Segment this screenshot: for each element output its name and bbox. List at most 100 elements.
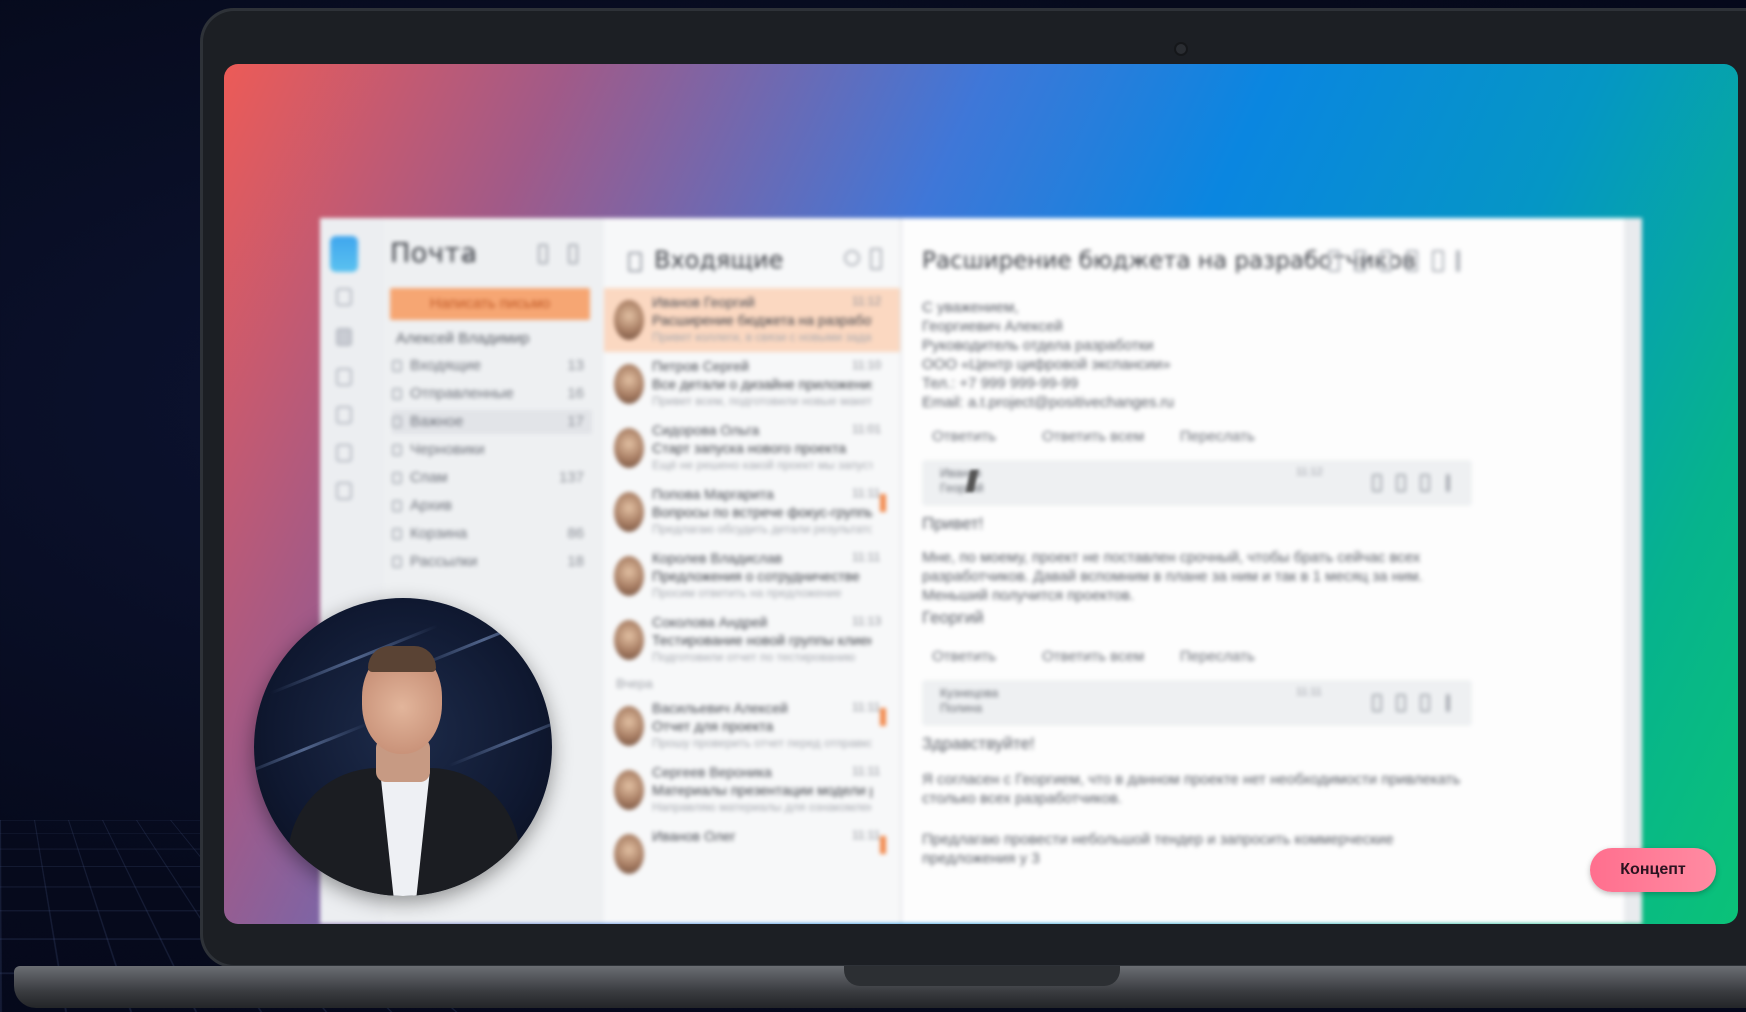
subject: Отчет для проекта	[652, 718, 774, 734]
list-item[interactable]: Соколова Андрей Тестирование новой групп…	[604, 608, 900, 672]
avatar	[614, 834, 644, 874]
newsletters-icon	[392, 556, 402, 568]
more-icon[interactable]	[568, 244, 578, 264]
forward-icon[interactable]	[1420, 474, 1430, 492]
search-icon[interactable]	[844, 250, 860, 266]
files-icon[interactable]	[336, 406, 352, 424]
notes-icon[interactable]	[336, 444, 352, 462]
folder-label: Корзина	[410, 525, 468, 542]
reply-icon[interactable]	[1372, 474, 1382, 492]
list-item[interactable]: Сергеев Вероника Материалы презентации м…	[604, 758, 900, 822]
sort-icon[interactable]	[1328, 250, 1340, 272]
message-body: Мне, по моему, проект не поставлен срочн…	[922, 549, 1423, 604]
folder-item[interactable]: Входящие 13	[392, 354, 592, 378]
signature-line: ООО «Центр цифровой экспансии»	[922, 356, 1171, 373]
calendar-icon[interactable]	[336, 368, 352, 386]
list-item[interactable]: Попова Маргарита Вопросы по встрече фоку…	[604, 480, 900, 544]
folder-item[interactable]: Отправленные 16	[392, 382, 592, 406]
more-icon[interactable]	[1446, 694, 1450, 712]
contacts-icon[interactable]	[336, 288, 352, 306]
flag-icon[interactable]	[880, 494, 886, 512]
trash-icon[interactable]	[1432, 250, 1444, 272]
folder-item[interactable]: Рассылки 18	[392, 550, 592, 574]
archive-icon[interactable]	[1406, 250, 1418, 272]
quote-time: 11:12	[1296, 466, 1323, 478]
flag-icon[interactable]	[880, 836, 886, 854]
account-name[interactable]: Алексей Владимир	[396, 330, 529, 347]
folder-item[interactable]: Спам 137	[392, 466, 592, 490]
time: 11:11	[852, 550, 881, 564]
subject: Материалы презентации модели развития	[652, 782, 872, 798]
flag-icon[interactable]	[880, 708, 886, 726]
inbox-icon	[392, 360, 402, 372]
concept-badge[interactable]: Концепт	[1590, 848, 1716, 892]
more-icon[interactable]	[1446, 474, 1450, 492]
pin-icon[interactable]	[1380, 250, 1392, 272]
reply-all-button[interactable]: Ответить всем	[1042, 428, 1144, 445]
quote-name-line: Георгий	[940, 481, 984, 495]
folder-item[interactable]: Корзина 86	[392, 522, 592, 546]
folder-label: Отправленные	[410, 385, 514, 402]
sender: Сидорова Ольга	[652, 422, 760, 438]
reply-button[interactable]: Ответить	[932, 648, 996, 665]
folder-label: Архив	[410, 497, 453, 514]
mail-icon[interactable]	[336, 328, 352, 346]
forward-button[interactable]: Переслать	[1180, 428, 1255, 445]
reply-icon[interactable]	[1372, 694, 1382, 712]
time: 11:01	[852, 422, 882, 436]
forward-icon[interactable]	[1420, 694, 1430, 712]
reply-all-icon[interactable]	[1396, 694, 1406, 712]
sender: Иванов Олег	[652, 828, 736, 844]
folder-item[interactable]: Архив	[392, 494, 592, 518]
filter-icon[interactable]	[870, 248, 882, 270]
list-item[interactable]: Сидорова Ольга Старт запуска нового прое…	[604, 416, 900, 480]
preview: Привет коллеги, в связи с новыми задачам…	[652, 330, 872, 344]
compose-icon[interactable]	[538, 244, 548, 264]
reply-all-icon[interactable]	[1396, 474, 1406, 492]
sent-icon	[392, 388, 402, 400]
subject: Старт запуска нового проекта	[652, 440, 846, 456]
sender: Королев Владислав	[652, 550, 783, 566]
sender: Васильевич Алексей	[652, 700, 788, 716]
sender: Петров Сергей	[652, 358, 749, 374]
print-icon[interactable]	[1354, 250, 1366, 272]
chevron-down-icon[interactable]: ▾	[464, 248, 471, 264]
reply-button[interactable]: Ответить	[932, 428, 996, 445]
quoted-message-header[interactable]: Иванов Георгий 11:12	[922, 460, 1472, 506]
time: 11:11	[852, 486, 881, 500]
time: 11:11	[852, 700, 881, 714]
avatar	[614, 492, 644, 532]
avatar	[614, 364, 644, 404]
folder-item[interactable]: Важное 17	[392, 410, 592, 434]
signature-line: Тел.: +7 999 999-99-99	[922, 375, 1079, 392]
message-list-header: Входящие	[608, 240, 898, 280]
reply-all-button[interactable]: Ответить всем	[1042, 648, 1144, 665]
message-body: Я согласен с Георгием, что в данном прое…	[922, 771, 1461, 807]
list-item[interactable]: Королев Владислав Предложения о сотрудни…	[604, 544, 900, 608]
list-item[interactable]: Иванов Олег 11:11	[604, 822, 900, 886]
more-icon[interactable]	[1456, 250, 1460, 272]
preview: Подготовили отчет по тестированию	[652, 650, 856, 664]
important-icon	[392, 416, 402, 428]
subject: Предложения о сотрудничестве	[652, 568, 860, 584]
write-letter-button[interactable]: Написать письмо	[390, 288, 590, 320]
message-sign: Георгий	[922, 608, 984, 627]
list-item[interactable]: Васильевич Алексей Отчет для проекта Про…	[604, 694, 900, 758]
tasks-icon[interactable]	[336, 482, 352, 500]
folder-item[interactable]: Черновики	[392, 438, 592, 462]
list-title: Входящие	[654, 246, 784, 274]
folder-label: Рассылки	[410, 553, 478, 570]
message-actions: Ответить Ответить всем Переслать	[932, 646, 1332, 670]
reading-pane: Расширение бюджета на разработчиков С ув…	[902, 218, 1642, 924]
sender: Соколова Андрей	[652, 614, 768, 630]
list-item[interactable]: Петров Сергей Все детали о дизайне прило…	[604, 352, 900, 416]
time: 11:11	[852, 764, 881, 778]
scrollbar[interactable]	[1624, 218, 1642, 924]
avatar	[614, 300, 644, 340]
time: 11:10	[852, 358, 882, 372]
select-all-checkbox[interactable]	[628, 252, 642, 272]
forward-button[interactable]: Переслать	[1180, 648, 1255, 665]
subject: Расширение бюджета на разработчиков	[652, 312, 872, 328]
quoted-message-header[interactable]: Кузнецова Полина 11:11	[922, 680, 1472, 726]
list-item[interactable]: Иванов Георгий Расширение бюджета на раз…	[604, 288, 900, 352]
